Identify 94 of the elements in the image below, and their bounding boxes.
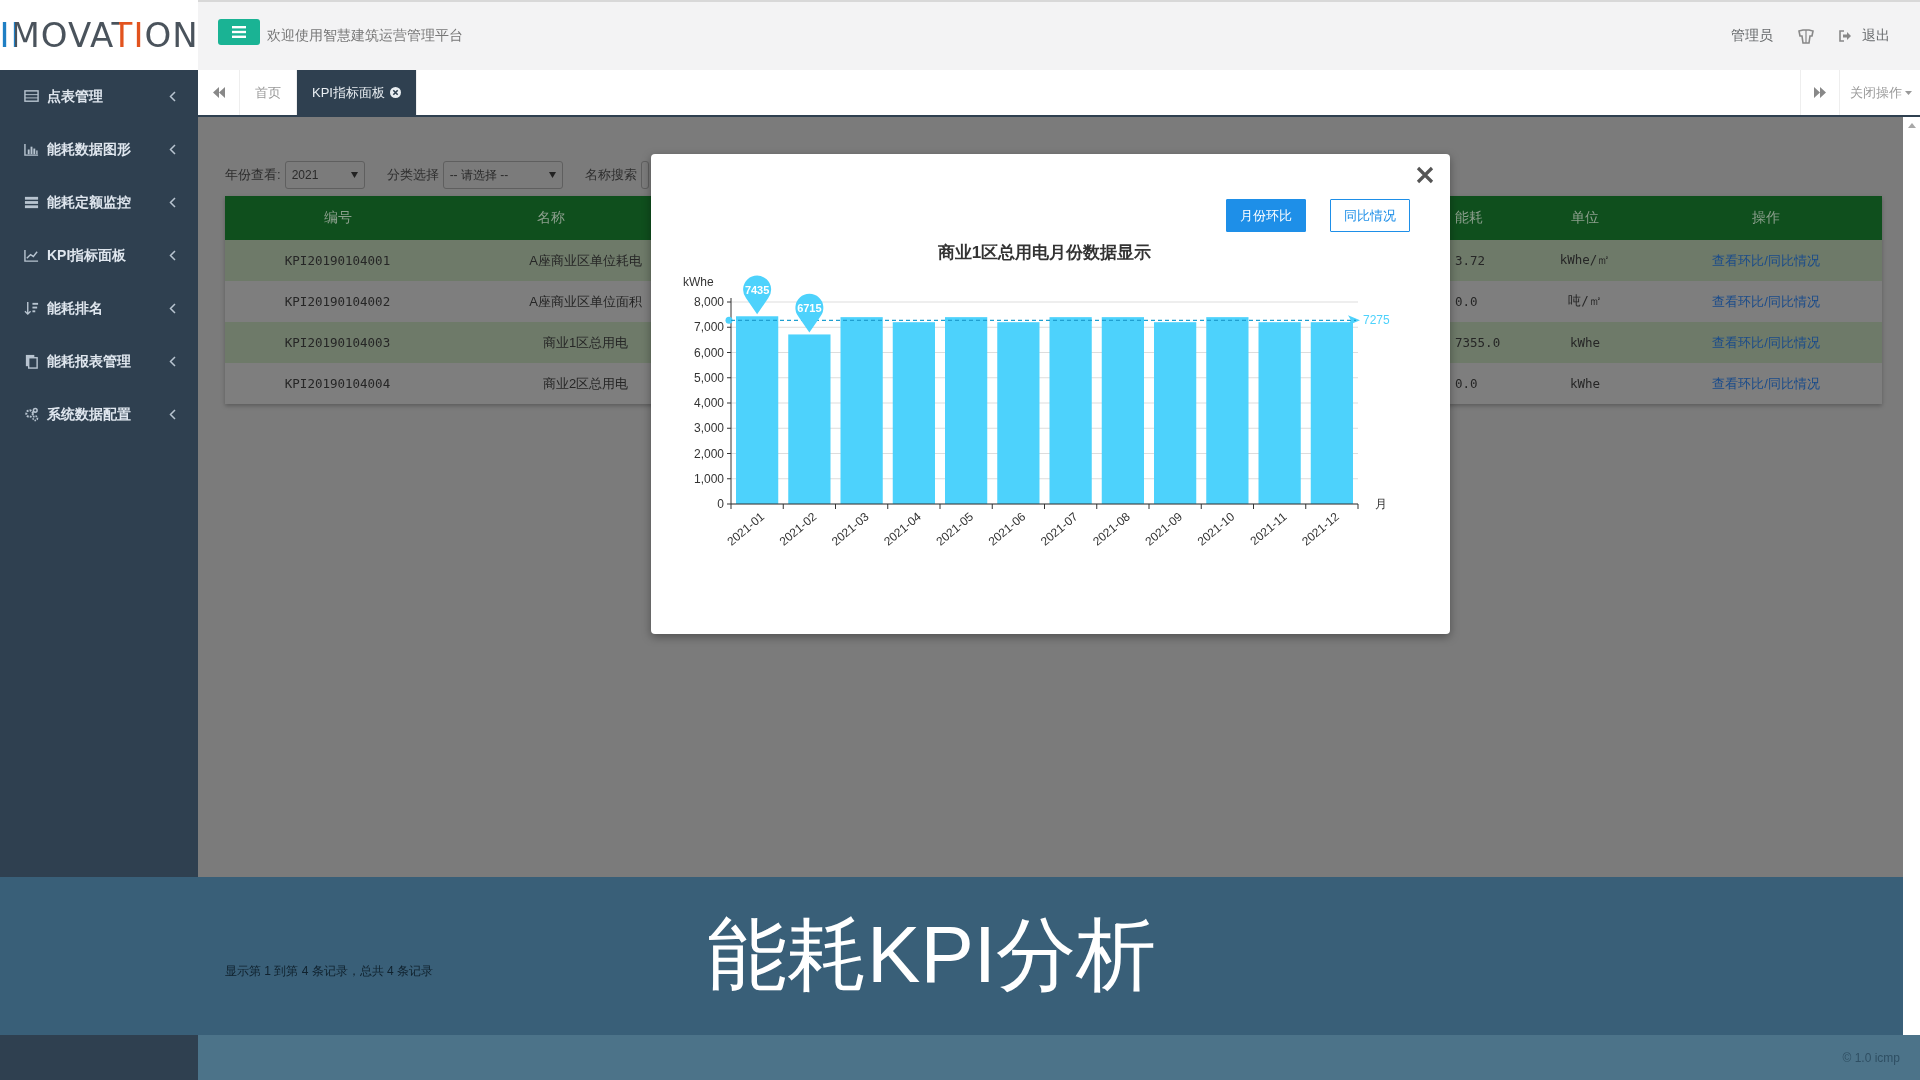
table-cell: A座商业区单位耗电 bbox=[450, 240, 651, 281]
value-pin: 7435 bbox=[743, 275, 772, 315]
column-header: 单位 bbox=[1520, 196, 1650, 240]
column-header: 名称 bbox=[450, 196, 651, 240]
column-header: 编号 bbox=[225, 196, 450, 240]
compare-link[interactable]: 查看环比/同比情况 bbox=[1712, 374, 1820, 393]
bar[interactable] bbox=[1101, 317, 1144, 504]
y-tick-label: 8,000 bbox=[693, 295, 724, 309]
select-field[interactable]: 2021 bbox=[284, 161, 365, 189]
close-icon[interactable] bbox=[389, 87, 401, 98]
filter-label: 名称搜索 bbox=[584, 166, 637, 184]
sidebar-item[interactable]: KPI指标面板 bbox=[0, 229, 198, 282]
sidebar-item[interactable]: 能耗数据图形 bbox=[0, 123, 198, 176]
tab[interactable]: KPI指标面板 bbox=[297, 70, 417, 115]
column-header: 能耗 bbox=[1450, 196, 1520, 240]
chart-mode-button[interactable]: 同比情况 bbox=[1330, 199, 1410, 232]
list-icon bbox=[24, 195, 39, 210]
scroll-right-button[interactable] bbox=[1800, 70, 1840, 115]
table-cell: 商业1区总用电 bbox=[450, 322, 651, 363]
sidebar-item[interactable]: 能耗定额监控 bbox=[0, 176, 198, 229]
chevron-icon bbox=[169, 356, 176, 367]
user-name: 管理员 bbox=[1731, 27, 1773, 45]
caret-icon bbox=[1905, 90, 1912, 95]
sort-icon bbox=[24, 301, 39, 316]
sidebar-item[interactable]: 系统数据配置 bbox=[0, 388, 198, 441]
table-cell: kWhe bbox=[1520, 322, 1650, 363]
y-tick-label: 4,000 bbox=[693, 396, 724, 410]
table-cell: KPI20190104003 bbox=[225, 322, 450, 363]
scroll-up-icon[interactable] bbox=[1907, 123, 1916, 128]
filter-label: 分类选择 bbox=[386, 166, 439, 184]
y-tick-label: 1,000 bbox=[693, 471, 724, 486]
caption-text: 能耗KPI分析 bbox=[707, 909, 1156, 1001]
bar[interactable] bbox=[1049, 317, 1092, 504]
bar[interactable] bbox=[892, 322, 935, 504]
y-tick-label: 0 bbox=[717, 497, 724, 511]
select-field[interactable]: -- 请选择 -- bbox=[442, 161, 563, 189]
bar[interactable] bbox=[840, 317, 883, 504]
scrollbar[interactable] bbox=[1903, 117, 1920, 1035]
average-label: 7275 bbox=[1363, 313, 1390, 328]
bar[interactable] bbox=[1206, 317, 1249, 504]
input-field[interactable] bbox=[640, 161, 649, 189]
bar[interactable] bbox=[1310, 322, 1353, 504]
chart-title: 商业1区总用电月份数据显示 bbox=[937, 243, 1152, 262]
chevron-icon bbox=[169, 409, 176, 420]
menu-button[interactable] bbox=[218, 19, 260, 45]
y-tick-label: 5,000 bbox=[693, 370, 724, 385]
annotation: 7435 bbox=[744, 284, 770, 297]
shirt-icon[interactable] bbox=[1797, 28, 1815, 44]
x-axis-title: 月 bbox=[1375, 497, 1387, 511]
bar[interactable] bbox=[945, 317, 988, 504]
table-cell: KPI20190104004 bbox=[225, 363, 450, 404]
welcome-text: 欢迎使用智慧建筑运营管理平台 bbox=[267, 27, 463, 45]
table-cell: KPI20190104001 bbox=[225, 240, 450, 281]
document-icon bbox=[24, 354, 39, 369]
sidebar-item[interactable]: 点表管理 bbox=[0, 70, 198, 123]
close-icon[interactable] bbox=[1416, 166, 1434, 184]
chevron-icon bbox=[169, 91, 176, 102]
logout-link[interactable]: 退出 bbox=[1839, 27, 1890, 45]
bar[interactable] bbox=[1258, 322, 1301, 504]
menu-icon bbox=[232, 26, 246, 38]
annotation: 6715 bbox=[797, 302, 822, 315]
filter-label: 年份查看: bbox=[225, 166, 281, 184]
chevron-icon bbox=[169, 250, 176, 261]
line-end-arrow-icon bbox=[1348, 315, 1360, 326]
gears-icon bbox=[24, 407, 39, 422]
value-pin: 6715 bbox=[795, 293, 824, 333]
double-left-arrow-icon bbox=[212, 87, 225, 98]
table-cell: kWhe/㎡ bbox=[1520, 240, 1650, 281]
line-chart-icon bbox=[24, 248, 39, 263]
compare-link[interactable]: 查看环比/同比情况 bbox=[1712, 292, 1820, 311]
sidebar-item[interactable]: 能耗报表管理 bbox=[0, 335, 198, 388]
pagination-text: 显示第 1 到第 4 条记录，总共 4 条记录 bbox=[225, 963, 434, 980]
sidebar-item[interactable]: 能耗排名 bbox=[0, 282, 198, 335]
y-tick-label: 6,000 bbox=[693, 345, 724, 360]
y-axis-title: kWhe bbox=[683, 275, 714, 289]
chart-mode-button[interactable]: 月份环比 bbox=[1226, 199, 1306, 232]
chevron-icon bbox=[169, 303, 176, 314]
bar[interactable] bbox=[997, 322, 1040, 504]
bar[interactable] bbox=[1154, 322, 1197, 504]
table-icon bbox=[24, 89, 39, 104]
double-right-arrow-icon bbox=[1814, 87, 1826, 98]
dropdown-icon bbox=[548, 172, 556, 178]
column-header: 操作 bbox=[1650, 196, 1882, 240]
logout-icon bbox=[1839, 30, 1852, 42]
chevron-icon bbox=[169, 144, 176, 155]
y-tick-label: 7,000 bbox=[693, 320, 724, 335]
table-cell: 7355.0 bbox=[1450, 322, 1520, 363]
dropdown-icon bbox=[350, 172, 358, 178]
table-cell: 3.72 bbox=[1450, 240, 1520, 281]
y-tick-label: 3,000 bbox=[693, 421, 724, 436]
y-tick-label: 2,000 bbox=[693, 446, 724, 461]
bar-chart-icon bbox=[24, 142, 39, 157]
line-start-marker bbox=[725, 316, 733, 324]
chevron-icon bbox=[169, 197, 176, 208]
